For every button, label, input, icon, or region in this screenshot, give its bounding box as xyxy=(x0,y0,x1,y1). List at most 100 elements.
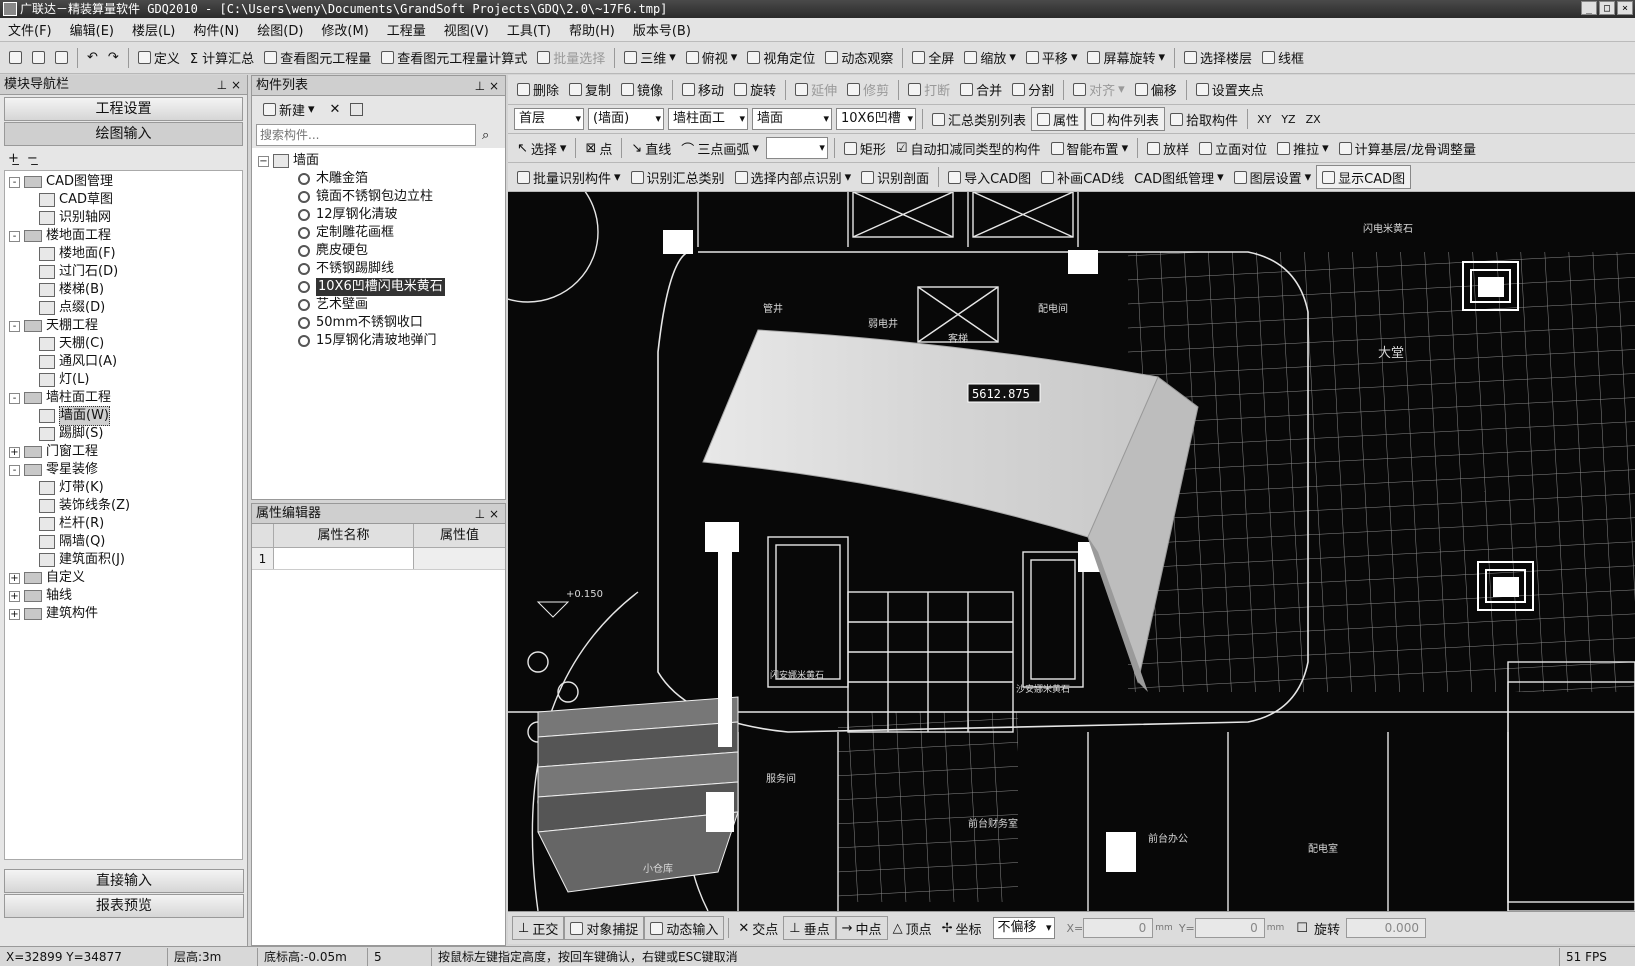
collapse-all-icon[interactable]: −̲ xyxy=(27,151,38,166)
panel-pin-close-icon[interactable]: ⊥ × xyxy=(475,504,499,524)
maximize-button[interactable]: □ xyxy=(1599,1,1615,15)
move-button[interactable]: 移动 xyxy=(677,78,729,102)
xy-plane-button[interactable]: XY xyxy=(1252,107,1276,131)
tree-leaf-item[interactable]: 楼地面(F) xyxy=(9,245,238,263)
report-preview-button[interactable]: 报表预览 xyxy=(4,894,244,918)
redo-button[interactable]: ↷ xyxy=(103,46,124,70)
break-button[interactable]: 打断 xyxy=(903,78,955,102)
screen-rotate-button[interactable]: 屏幕旋转 ▾ xyxy=(1082,46,1170,70)
component-list-button[interactable]: 构件列表 xyxy=(1085,107,1166,131)
tree-leaf-item[interactable]: 点缀(D) xyxy=(9,299,238,317)
calc-summary-button[interactable]: Σ 计算汇总 xyxy=(185,46,259,70)
tree-folder-item[interactable]: + 门窗工程 xyxy=(9,443,238,461)
collapse-icon[interactable]: - xyxy=(9,392,20,404)
tree-folder-item[interactable]: + 轴线 xyxy=(9,587,238,605)
trim-button[interactable]: 修剪 xyxy=(842,78,894,102)
collapse-icon[interactable]: - xyxy=(9,230,20,242)
tree-leaf-item[interactable]: 天棚(C) xyxy=(9,335,238,353)
copy-button[interactable]: 复制 xyxy=(564,78,616,102)
3d-view-button[interactable]: 三维 ▾ xyxy=(619,46,681,70)
ortho-button[interactable]: ⊥ 正交 xyxy=(512,916,565,940)
category-select[interactable]: 墙柱面工 xyxy=(668,108,748,130)
top-view-button[interactable]: 俯视 ▾ xyxy=(681,46,743,70)
three-point-arc-button[interactable]: ⌒ 三点画弧 ▾ xyxy=(676,136,764,160)
dynamic-view-button[interactable]: 动态观察 xyxy=(820,46,898,70)
cad-drawing[interactable]: 5612.875 闪电米黄石 大堂 管井 弱电井 配电间 客梯 +0.150 小… xyxy=(508,192,1635,911)
menu-modify[interactable]: 修改(M) xyxy=(321,20,368,39)
rotate-checkbox[interactable]: ☐ xyxy=(1296,921,1308,936)
batch-select-button[interactable]: 批量选择 xyxy=(532,46,610,70)
push-pull-button[interactable]: 推拉 ▾ xyxy=(1272,136,1334,160)
tree-leaf-item[interactable]: 过门石(D) xyxy=(9,263,238,281)
tree-leaf-item[interactable]: 灯(L) xyxy=(9,371,238,389)
y-offset-input[interactable]: 0 xyxy=(1194,918,1265,938)
show-cad-button[interactable]: 显示CAD图 xyxy=(1316,165,1412,189)
component-tree-root[interactable]: − 墙面 xyxy=(258,152,499,170)
expand-icon[interactable]: + xyxy=(9,590,20,602)
expand-icon[interactable]: + xyxy=(9,446,20,458)
component-search-input[interactable] xyxy=(256,124,476,146)
cad-manage-button[interactable]: CAD图纸管理 ▾ xyxy=(1129,165,1229,189)
zx-plane-button[interactable]: ZX xyxy=(1301,107,1326,131)
zoom-button[interactable]: 缩放 ▾ xyxy=(959,46,1021,70)
panel-pin-close-icon[interactable]: ⊥ × xyxy=(475,76,499,96)
tree-folder-item[interactable]: - 零星装修 xyxy=(9,461,238,479)
menu-draw[interactable]: 绘图(D) xyxy=(257,20,303,39)
component-item[interactable]: 15厚钢化清玻地弹门 xyxy=(258,332,499,350)
drawing-canvas[interactable]: 5612.875 闪电米黄石 大堂 管井 弱电井 配电间 客梯 +0.150 小… xyxy=(508,192,1635,911)
yz-plane-button[interactable]: YZ xyxy=(1276,107,1300,131)
batch-identify-button[interactable]: 批量识别构件 ▾ xyxy=(512,165,626,189)
select-button[interactable]: ↖ 选择 ▾ xyxy=(512,136,571,160)
menu-version[interactable]: 版本号(B) xyxy=(633,20,691,39)
extend-button[interactable]: 延伸 xyxy=(790,78,842,102)
tree-folder-item[interactable]: - 墙柱面工程 xyxy=(9,389,238,407)
new-file-button[interactable] xyxy=(4,46,27,70)
component-item[interactable]: 不锈钢踢脚线 xyxy=(258,260,499,278)
close-button[interactable]: × xyxy=(1617,1,1633,15)
floor-select[interactable]: 首层 xyxy=(514,108,584,130)
minimize-button[interactable]: _ xyxy=(1581,1,1597,15)
collapse-icon[interactable]: - xyxy=(9,464,20,476)
panel-pin-close-icon[interactable]: ⊥ × xyxy=(217,75,241,95)
align-button[interactable]: 对齐 ▾ xyxy=(1068,78,1130,102)
rectangle-button[interactable]: 矩形 xyxy=(839,136,891,160)
intersection-snap-button[interactable]: ✕ 交点 xyxy=(733,916,783,940)
draw-mode-select[interactable] xyxy=(765,137,828,159)
fullscreen-button[interactable]: 全屏 xyxy=(907,46,959,70)
direct-input-button[interactable]: 直接输入 xyxy=(4,869,244,893)
select-floor-button[interactable]: 选择楼层 xyxy=(1179,46,1257,70)
calc-base-adjust-button[interactable]: 计算基层/龙骨调整量 xyxy=(1334,136,1481,160)
component-item[interactable]: 麂皮硬包 xyxy=(258,242,499,260)
identify-section-button[interactable]: 识别剖面 xyxy=(856,165,934,189)
component-select[interactable]: 10X6凹槽 xyxy=(836,108,916,130)
coordinate-snap-button[interactable]: ✢ 坐标 xyxy=(937,916,987,940)
wireframe-button[interactable]: 线框 xyxy=(1257,46,1309,70)
menu-tools[interactable]: 工具(T) xyxy=(507,20,551,39)
import-cad-button[interactable]: 导入CAD图 xyxy=(943,165,1036,189)
menu-edit[interactable]: 编辑(E) xyxy=(70,20,114,39)
component-item[interactable]: 10X6凹槽闪电米黄石 xyxy=(258,278,499,296)
loft-button[interactable]: 放样 xyxy=(1142,136,1194,160)
view-quantity-button[interactable]: 查看图元工程量 xyxy=(259,46,376,70)
split-button[interactable]: 分割 xyxy=(1007,78,1059,102)
dynamic-input-button[interactable]: 动态输入 xyxy=(644,916,725,940)
tree-folder-item[interactable]: + 建筑构件 xyxy=(9,605,238,623)
tree-leaf-item[interactable]: 楼梯(B) xyxy=(9,281,238,299)
menu-file[interactable]: 文件(F) xyxy=(8,20,52,39)
new-component-button[interactable]: 新建 ▾ xyxy=(258,97,320,121)
merge-button[interactable]: 合并 xyxy=(955,78,1007,102)
rotate-button[interactable]: 旋转 xyxy=(729,78,781,102)
copy-component-icon[interactable] xyxy=(350,102,364,116)
point-button[interactable]: ⊠ 点 xyxy=(580,136,617,160)
tree-leaf-item[interactable]: 建筑面积(J) xyxy=(9,551,238,569)
expand-icon[interactable]: + xyxy=(9,572,20,584)
component-item[interactable]: 12厚钢化清玻 xyxy=(258,206,499,224)
menu-quantity[interactable]: 工程量 xyxy=(387,20,426,39)
delete-component-icon[interactable]: ✕ xyxy=(330,102,341,117)
identify-summary-button[interactable]: 识别汇总类别 xyxy=(626,165,730,189)
tree-leaf-item[interactable]: 踢脚(S) xyxy=(9,425,238,443)
menu-view[interactable]: 视图(V) xyxy=(444,20,489,39)
x-offset-input[interactable]: 0 xyxy=(1083,918,1154,938)
redraw-cad-line-button[interactable]: 补画CAD线 xyxy=(1036,165,1129,189)
component-item[interactable]: 木雕金箔 xyxy=(258,170,499,188)
